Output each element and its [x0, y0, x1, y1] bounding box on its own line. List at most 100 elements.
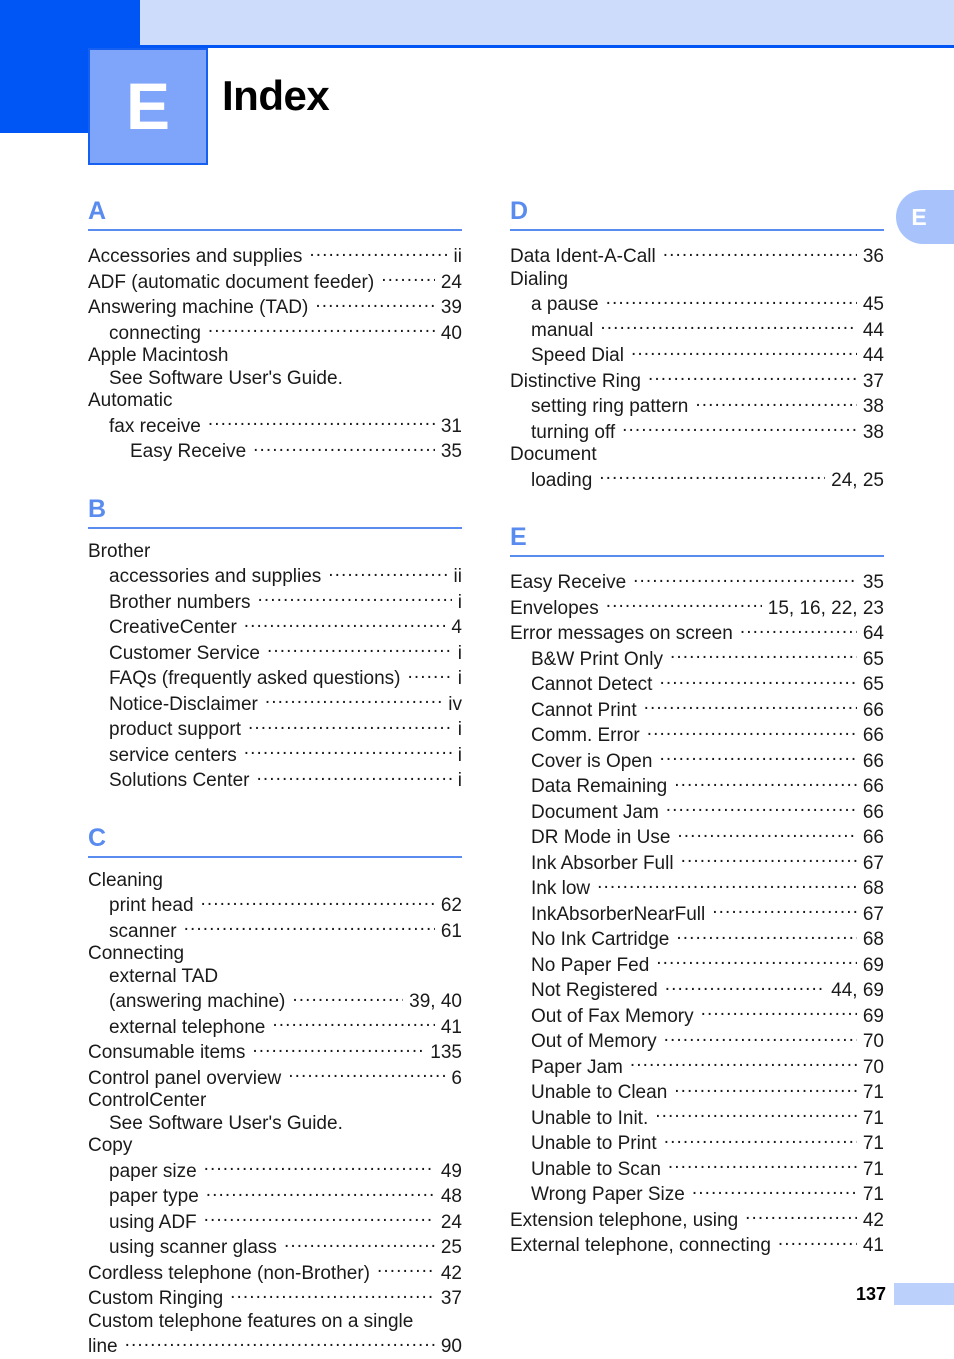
dot-leader [665, 977, 825, 996]
index-entry-page: 71 [862, 1082, 884, 1103]
index-entry[interactable]: setting ring pattern 38 [510, 393, 884, 419]
index-entry[interactable]: CreativeCenter 4 [88, 614, 462, 640]
index-entry[interactable]: a pause 45 [510, 291, 884, 317]
index-entry[interactable]: (answering machine) 39, 40 [88, 988, 462, 1014]
dot-leader [315, 294, 435, 313]
index-entry[interactable]: external telephone 41 [88, 1014, 462, 1040]
dot-leader [740, 620, 857, 639]
index-entry-label: print head [109, 895, 194, 916]
index-entry[interactable]: Connecting [88, 943, 462, 966]
index-entry[interactable]: Extension telephone, using 42 [510, 1207, 884, 1233]
chapter-letter: E [125, 69, 171, 143]
index-entry[interactable]: Ink Absorber Full 67 [510, 850, 884, 876]
index-entry[interactable]: See Software User's Guide. [88, 1113, 462, 1136]
index-entry[interactable]: Cover is Open 66 [510, 748, 884, 774]
dot-leader [256, 767, 451, 786]
dot-leader [633, 569, 857, 588]
index-entry-label: setting ring pattern [531, 396, 689, 417]
index-entry[interactable]: Unable to Clean 71 [510, 1079, 884, 1105]
index-entry[interactable]: Not Registered 44, 69 [510, 977, 884, 1003]
section-letter-heading: D [510, 197, 529, 225]
index-entry[interactable]: fax receive 31 [88, 413, 462, 439]
index-entry[interactable]: paper type 48 [88, 1183, 462, 1209]
index-entry-page: 36 [862, 246, 884, 267]
index-entry-page: 62 [440, 895, 462, 916]
index-entry[interactable]: Unable to Init. 71 [510, 1105, 884, 1131]
index-entry[interactable]: ADF (automatic document feeder) 24 [88, 269, 462, 295]
index-entry[interactable]: DR Mode in Use 66 [510, 824, 884, 850]
index-entry[interactable]: connecting 40 [88, 320, 462, 346]
index-entry[interactable]: Accessories and supplies ii [88, 243, 462, 269]
index-entry[interactable]: Envelopes 15, 16, 22, 23 [510, 595, 884, 621]
index-entry[interactable]: Customer Service i [88, 640, 462, 666]
index-entry[interactable]: Dialing [510, 269, 884, 292]
index-entry[interactable]: using scanner glass 25 [88, 1234, 462, 1260]
index-entry[interactable]: Ink low 68 [510, 875, 884, 901]
index-entry-page: 24 [440, 1211, 462, 1233]
index-entry[interactable]: Notice-Disclaimer iv [88, 691, 462, 717]
index-entry-page: 42 [862, 1209, 884, 1231]
index-entry[interactable]: paper size 49 [88, 1158, 462, 1184]
index-entry[interactable]: No Ink Cartridge 68 [510, 926, 884, 952]
index-entry[interactable]: No Paper Fed 69 [510, 952, 884, 978]
index-entry[interactable]: Cannot Print 66 [510, 697, 884, 723]
index-entry[interactable]: FAQs (frequently asked questions) i [88, 665, 462, 691]
index-entry[interactable]: ControlCenter [88, 1090, 462, 1113]
index-entry-label: Unable to Init. [531, 1107, 649, 1129]
dot-leader [663, 243, 857, 262]
index-entry[interactable]: service centers i [88, 742, 462, 768]
index-entry[interactable]: Automatic [88, 390, 462, 413]
index-entry[interactable]: Wrong Paper Size 71 [510, 1181, 884, 1207]
index-entry[interactable]: Data Remaining 66 [510, 773, 884, 799]
index-entry[interactable]: Cleaning [88, 870, 462, 893]
page-footer: 137 [0, 1281, 954, 1315]
index-entry[interactable]: Solutions Center i [88, 767, 462, 793]
index-entry[interactable]: Unable to Print 71 [510, 1130, 884, 1156]
index-entry[interactable]: Error messages on screen 64 [510, 620, 884, 646]
index-entry[interactable]: Brother numbers i [88, 589, 462, 615]
index-entry[interactable]: Cannot Detect 65 [510, 671, 884, 697]
index-entry[interactable]: External telephone, connecting 41 [510, 1232, 884, 1258]
index-entry[interactable]: product support i [88, 716, 462, 742]
index-entry[interactable]: Out of Fax Memory 69 [510, 1003, 884, 1029]
index-entry[interactable]: Document [510, 444, 884, 467]
index-entry-label: Solutions Center [109, 770, 250, 791]
index-entry[interactable]: B&W Print Only 65 [510, 646, 884, 672]
index-entry[interactable]: Answering machine (TAD) 39 [88, 294, 462, 320]
index-entry[interactable]: turning off 38 [510, 419, 884, 445]
index-entry[interactable]: Data Ident-A-Call 36 [510, 243, 884, 269]
dot-leader [252, 1039, 424, 1058]
index-entry[interactable]: Distinctive Ring 37 [510, 368, 884, 394]
index-entry[interactable]: Out of Memory 70 [510, 1028, 884, 1054]
index-entry[interactable]: manual 44 [510, 317, 884, 343]
index-entry[interactable]: InkAbsorberNearFull 67 [510, 901, 884, 927]
index-entry[interactable]: print head 62 [88, 892, 462, 918]
index-entry[interactable]: Easy Receive 35 [510, 569, 884, 595]
index-entry[interactable]: Comm. Error 66 [510, 722, 884, 748]
index-entry[interactable]: Paper Jam 70 [510, 1054, 884, 1080]
index-entry[interactable]: Copy [88, 1135, 462, 1158]
index-entry[interactable]: accessories and supplies ii [88, 563, 462, 589]
index-entry-label: Accessories and supplies [88, 246, 303, 267]
index-entry-page: 41 [440, 1016, 462, 1038]
index-entry-label: Document [510, 444, 597, 465]
dot-leader [381, 269, 435, 288]
index-entry[interactable]: Brother [88, 541, 462, 564]
index-entry[interactable]: Consumable items 135 [88, 1039, 462, 1065]
index-entry[interactable]: line 90 [88, 1333, 462, 1359]
dot-leader [125, 1333, 435, 1352]
index-entry[interactable]: loading 24, 25 [510, 467, 884, 493]
index-entry[interactable]: Control panel overview 6 [88, 1065, 462, 1091]
index-entry-page: 44 [862, 319, 884, 341]
index-entry[interactable]: external TAD [88, 966, 462, 989]
index-entry[interactable]: scanner 61 [88, 918, 462, 944]
index-entry[interactable]: using ADF 24 [88, 1209, 462, 1235]
index-entry[interactable]: See Software User's Guide. [88, 368, 462, 391]
index-entry[interactable]: Unable to Scan 71 [510, 1156, 884, 1182]
index-entry[interactable]: Document Jam 66 [510, 799, 884, 825]
index-entry-page: ii [453, 246, 462, 267]
index-entry[interactable]: Apple Macintosh [88, 345, 462, 368]
index-entry[interactable]: Speed Dial 44 [510, 342, 884, 368]
section-letter-heading: B [88, 494, 107, 523]
index-entry[interactable]: Easy Receive 35 [88, 438, 462, 464]
